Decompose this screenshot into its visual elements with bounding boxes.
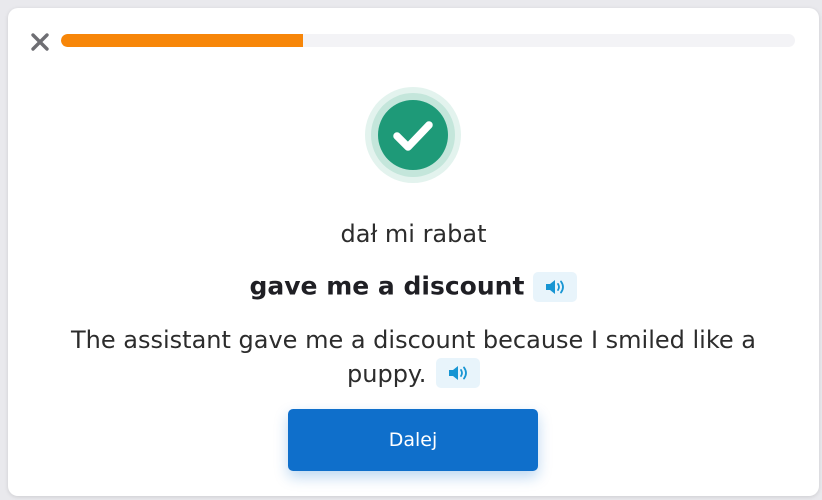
- checkmark-icon: [365, 87, 461, 183]
- exercise-card: dał mi rabat gave me a discount The assi…: [8, 8, 819, 496]
- speaker-icon: [546, 279, 565, 294]
- progress-bar-fill: [61, 34, 304, 47]
- example-sentence-block: The assistant gave me a discount because…: [33, 323, 794, 391]
- play-phrase-audio-button[interactable]: [533, 271, 578, 302]
- close-icon: [31, 33, 49, 51]
- correct-answer-badge: [364, 86, 462, 184]
- target-phrase: gave me a discount: [249, 271, 525, 301]
- target-phrase-row: gave me a discount: [8, 270, 819, 303]
- progress-bar: [61, 34, 795, 47]
- source-phrase: dał mi rabat: [340, 220, 487, 248]
- next-button[interactable]: Dalej: [288, 409, 538, 471]
- speaker-icon: [448, 366, 467, 380]
- play-sentence-audio-button[interactable]: [435, 358, 480, 388]
- example-sentence: The assistant gave me a discount because…: [71, 326, 756, 388]
- close-button[interactable]: [30, 32, 50, 52]
